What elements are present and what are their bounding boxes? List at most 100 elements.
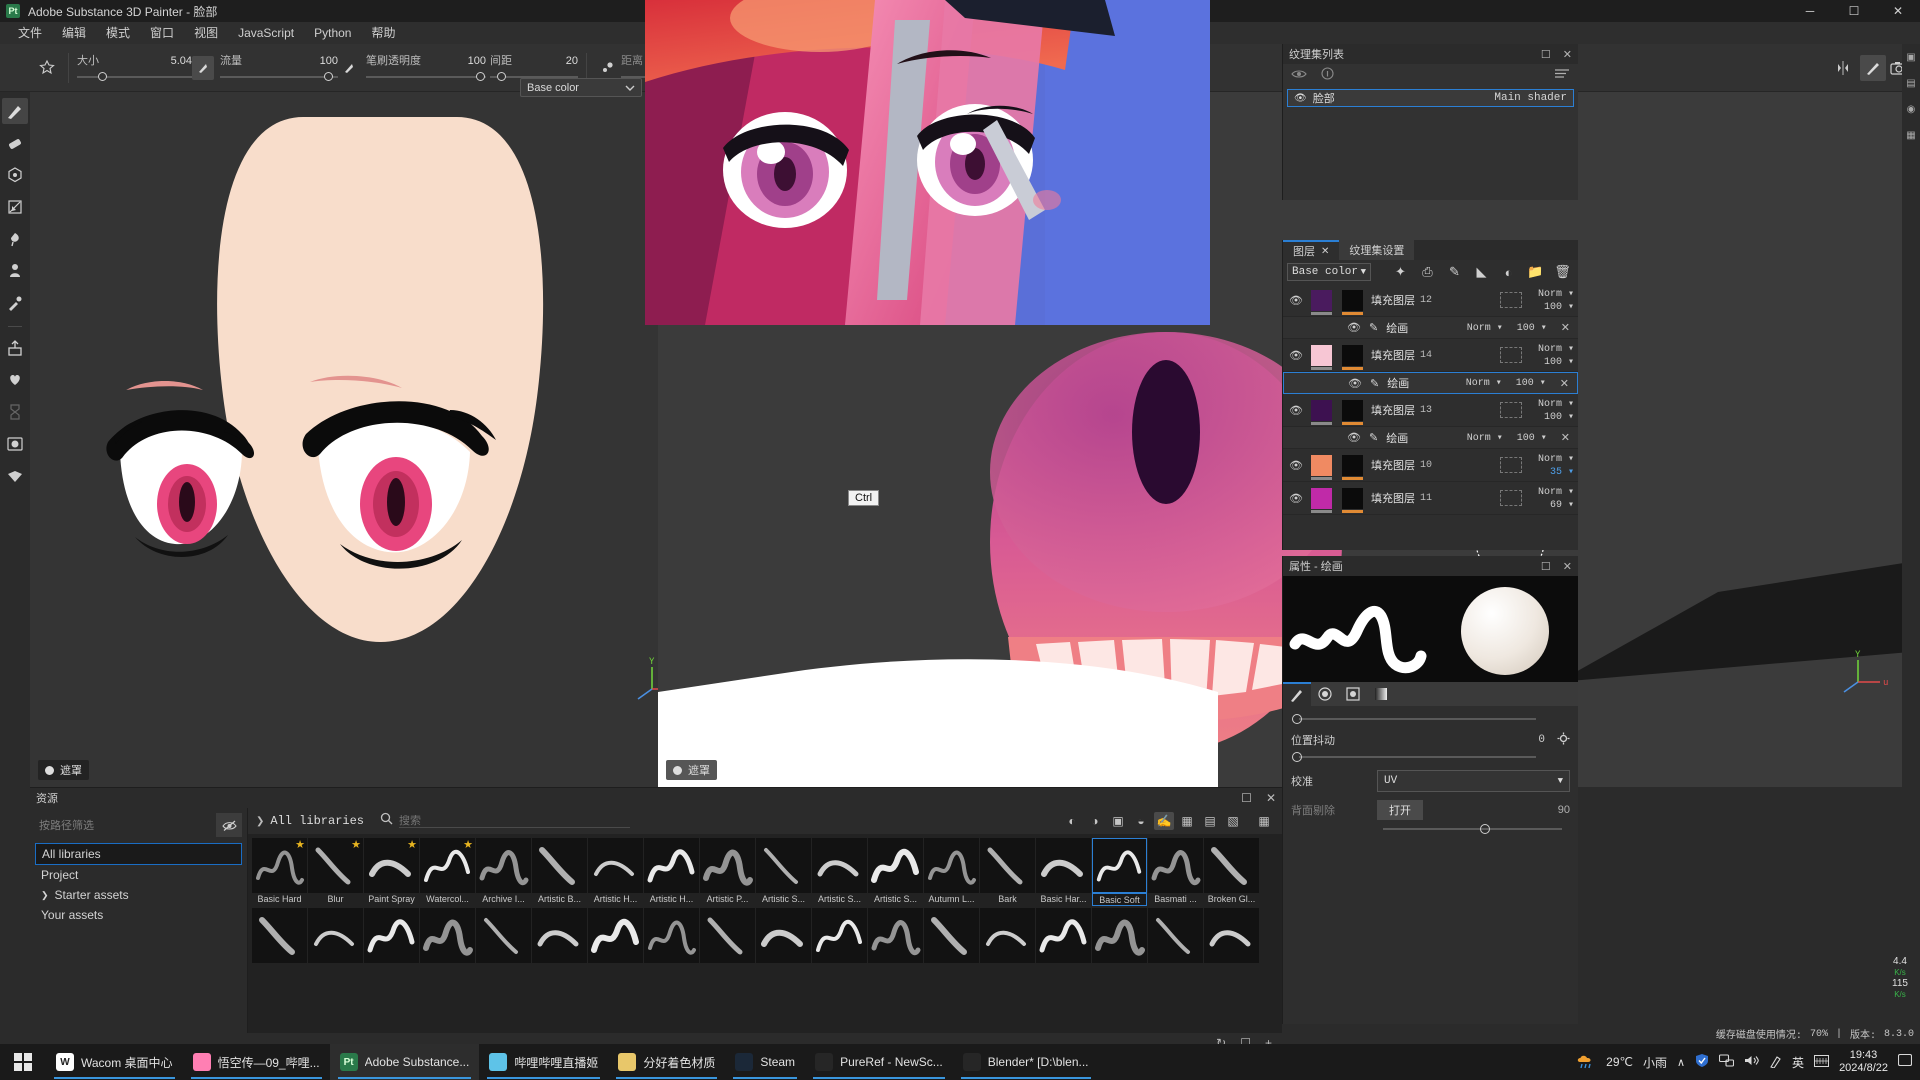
taskbar-item[interactable]: 哔哩哔哩直播姬 — [479, 1044, 608, 1080]
asset-grid-item[interactable] — [476, 908, 531, 976]
keyboard-icon[interactable] — [1814, 1054, 1830, 1070]
gear-icon[interactable] — [1557, 732, 1570, 748]
render-tool[interactable] — [2, 431, 28, 457]
favorite-star-icon[interactable]: ★ — [463, 838, 473, 851]
asset-grid-item[interactable]: Bark — [980, 838, 1035, 906]
projection-tool[interactable] — [2, 162, 28, 188]
asset-grid-item[interactable]: Artistic H... — [588, 838, 643, 906]
param-opacity[interactable]: 笔刷透明度 100 — [366, 46, 486, 90]
dock-icon[interactable]: ☐ — [1541, 48, 1551, 61]
layer-visibility-icon[interactable]: 👁 — [1287, 492, 1305, 505]
asset-grid-item[interactable]: Artistic H... — [644, 838, 699, 906]
library-item-starter[interactable]: ❯ Starter assets — [35, 885, 242, 905]
menu-item-view[interactable]: 视图 — [184, 22, 228, 44]
favorite-star-icon[interactable]: ★ — [351, 838, 361, 851]
asset-grid-item[interactable] — [364, 908, 419, 976]
effect-opacity[interactable]: 100 ▾ — [1517, 432, 1547, 444]
menu-item-help[interactable]: 帮助 — [361, 22, 405, 44]
taskbar-clock[interactable]: 19:43 2024/8/22 — [1839, 1049, 1888, 1075]
scatter-icon[interactable] — [595, 55, 621, 81]
layer-effect-row[interactable]: 👁 ✎ 绘画 Norm ▾ 100 ▾ ✕ — [1283, 317, 1578, 339]
menu-item-mode[interactable]: 模式 — [96, 22, 140, 44]
layer-blend-opacity[interactable]: Norm ▾ 35 ▾ — [1522, 453, 1578, 478]
layer-color-thumbnail[interactable] — [1311, 344, 1332, 370]
menu-item-window[interactable]: 窗口 — [140, 22, 184, 44]
asset-grid-item[interactable]: Artistic S... — [812, 838, 867, 906]
tab-layers[interactable]: 图层 ✕ — [1283, 240, 1340, 260]
layers-icon[interactable]: ▦ — [1904, 128, 1918, 142]
chevron-right-icon[interactable]: ❯ — [256, 816, 264, 827]
asset-grid-item[interactable]: ★ Blur — [308, 838, 363, 906]
effect-remove-icon[interactable]: ✕ — [1561, 431, 1570, 444]
bake-tool[interactable] — [2, 367, 28, 393]
layer-row[interactable]: 👁 填充图层 12 Norm ▾ 100 ▾ — [1283, 284, 1578, 317]
asset-grid-item[interactable] — [756, 908, 811, 976]
brushes-icon[interactable]: ✍ — [1154, 812, 1174, 830]
layer-visibility-icon[interactable]: 👁 — [1287, 459, 1305, 472]
asset-grid-item[interactable] — [532, 908, 587, 976]
tab-texture-set-settings[interactable]: 纹理集设置 — [1339, 240, 1415, 260]
asset-grid-item[interactable] — [812, 908, 867, 976]
layer-row[interactable]: 👁 填充图层 10 Norm ▾ 35 ▾ — [1283, 449, 1578, 482]
polygon-fill-tool[interactable] — [2, 194, 28, 220]
layer-mask-thumbnail[interactable] — [1342, 289, 1363, 315]
paint-layer-icon[interactable]: ✎ — [1443, 262, 1466, 282]
eye-icon[interactable]: 👁 — [1294, 93, 1307, 104]
layer-visibility-icon[interactable]: 👁 — [1287, 349, 1305, 362]
layer-color-thumbnail[interactable] — [1311, 487, 1332, 513]
asset-grid-item[interactable]: Archive I... — [476, 838, 531, 906]
effect-blend-mode[interactable]: Norm ▾ — [1467, 322, 1503, 334]
menu-item-python[interactable]: Python — [304, 22, 361, 44]
prop-alignment-select[interactable]: UV ▼ — [1377, 770, 1570, 792]
brush-preset-icon[interactable] — [34, 55, 60, 81]
layer-list[interactable]: 👁 填充图层 12 Norm ▾ 100 ▾ 👁 ✎ 绘画 Norm ▾ 100… — [1283, 284, 1578, 528]
texture-set-row[interactable]: 👁 脸部 Main shader — [1287, 89, 1574, 107]
search-input[interactable] — [399, 814, 631, 828]
environments-icon[interactable]: ▧ — [1223, 812, 1243, 830]
layer-blend-opacity[interactable]: Norm ▾ 69 ▾ — [1522, 486, 1578, 511]
asset-grid-item[interactable] — [980, 908, 1035, 976]
param-flow-slider[interactable] — [220, 71, 338, 83]
layer-mask-thumbnail[interactable] — [1342, 454, 1363, 480]
layer-visibility-icon[interactable]: 👁 — [1287, 404, 1305, 417]
asset-grid-item[interactable] — [588, 908, 643, 976]
prop-slider-top[interactable] — [1291, 714, 1570, 724]
volume-icon[interactable] — [1744, 1054, 1759, 1070]
param-opacity-slider[interactable] — [366, 71, 486, 83]
menu-item-javascript[interactable]: JavaScript — [228, 22, 304, 44]
maximize-button[interactable]: ☐ — [1832, 0, 1876, 22]
layer-blend-opacity[interactable]: Norm ▾ 100 ▾ — [1522, 398, 1578, 423]
fill-icon[interactable]: ◣ — [1470, 262, 1493, 282]
breadcrumb[interactable]: All libraries — [270, 814, 364, 828]
taskbar-item[interactable]: Steam — [725, 1044, 805, 1080]
stencil-tab[interactable] — [1339, 682, 1367, 706]
asset-grid-item[interactable]: Autumn L... — [924, 838, 979, 906]
alphas-icon[interactable]: ▦ — [1177, 812, 1197, 830]
taskbar-item[interactable]: 悟空传—09_哔哩... — [183, 1044, 330, 1080]
effect-blend-mode[interactable]: Norm ▾ — [1466, 377, 1502, 389]
taskbar-item[interactable]: PureRef - NewSc... — [805, 1044, 953, 1080]
effect-remove-icon[interactable]: ✕ — [1561, 321, 1570, 334]
library-item-project[interactable]: Project — [35, 865, 242, 885]
prop-backface-toggle[interactable]: 打开 — [1377, 800, 1423, 820]
shield-icon[interactable] — [1695, 1053, 1709, 1071]
layer-blend-opacity[interactable]: Norm ▾ 100 ▾ — [1522, 343, 1578, 368]
asset-grid-item[interactable]: Basic Har... — [1036, 838, 1091, 906]
masks-icon[interactable]: ▣ — [1108, 812, 1128, 830]
asset-grid-item[interactable] — [252, 908, 307, 976]
layer-effect-row[interactable]: 👁 ✎ 绘画 Norm ▾ 100 ▾ ✕ — [1283, 372, 1578, 394]
flow-pressure-icon[interactable] — [338, 55, 360, 81]
asset-grid-item[interactable] — [1036, 908, 1091, 976]
pureref-reference-image[interactable] — [645, 0, 1210, 325]
taskbar-item[interactable]: Pt Adobe Substance... — [329, 1044, 480, 1080]
materials-icon[interactable]: ◐ — [1062, 812, 1082, 830]
close-icon[interactable]: ✕ — [1563, 560, 1572, 573]
weather-icon[interactable] — [1576, 1053, 1596, 1072]
effect-visibility-icon[interactable]: 👁 — [1345, 431, 1363, 444]
layer-mask-placeholder[interactable] — [1500, 347, 1522, 363]
asset-grid-item[interactable]: Broken Gl... — [1204, 838, 1259, 906]
layer-effect-row[interactable]: 👁 ✎ 绘画 Norm ▾ 100 ▾ ✕ — [1283, 427, 1578, 449]
asset-grid-item[interactable]: ★ Paint Spray — [364, 838, 419, 906]
shelf-filter-input[interactable]: 按路径筛选 — [35, 814, 212, 836]
effect-remove-icon[interactable]: ✕ — [1560, 377, 1569, 390]
